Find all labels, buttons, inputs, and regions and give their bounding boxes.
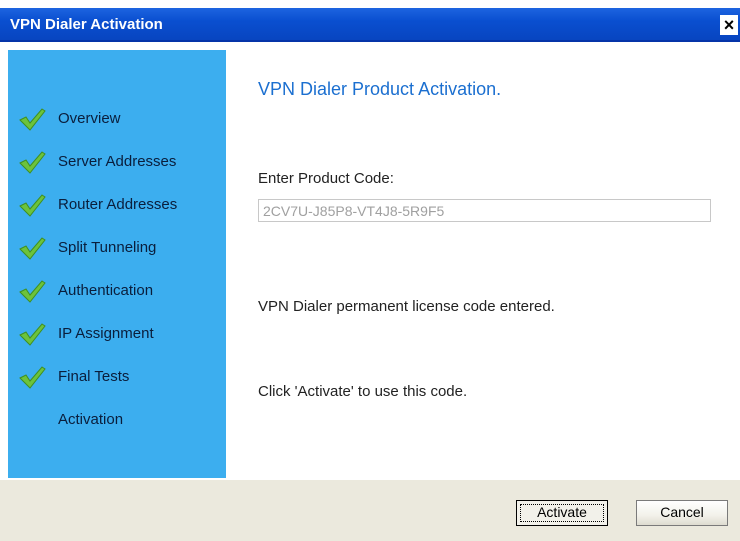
step-label: Router Addresses: [58, 196, 178, 213]
window-title: VPN Dialer Activation: [10, 16, 163, 33]
cancel-button-label: Cancel: [660, 504, 704, 520]
step-overview: Overview: [18, 106, 223, 132]
product-code-label: Enter Product Code:: [258, 170, 394, 187]
check-icon: [18, 278, 46, 304]
check-icon: [18, 149, 46, 175]
step-activation: Activation: [18, 407, 223, 433]
step-label: IP Assignment: [58, 325, 154, 342]
check-icon: [18, 106, 46, 132]
step-label: Overview: [58, 110, 121, 127]
content-panel: VPN Dialer Product Activation. Enter Pro…: [226, 50, 740, 478]
close-button[interactable]: ×: [720, 15, 738, 35]
step-label: Activation: [58, 411, 124, 428]
step-label: Final Tests: [58, 368, 130, 385]
activation-dialog: VPN Dialer Activation × Overview Server …: [0, 8, 740, 541]
step-label: Split Tunneling: [58, 239, 157, 256]
button-bar: Activate Cancel: [0, 479, 740, 541]
step-split-tunneling: Split Tunneling: [18, 235, 223, 261]
check-icon: [18, 235, 46, 261]
step-ip-assignment: IP Assignment: [18, 321, 223, 347]
step-authentication: Authentication: [18, 278, 223, 304]
cancel-button[interactable]: Cancel: [636, 500, 728, 526]
activate-button[interactable]: Activate: [516, 500, 608, 526]
page-heading: VPN Dialer Product Activation.: [258, 79, 502, 99]
check-icon: [18, 364, 46, 390]
license-status-text: VPN Dialer permanent license code entere…: [258, 298, 555, 315]
title-bar[interactable]: VPN Dialer Activation ×: [0, 8, 740, 42]
step-server-addresses: Server Addresses: [18, 149, 223, 175]
step-label: Authentication: [58, 282, 154, 299]
check-icon: [18, 192, 46, 218]
product-code-input[interactable]: [258, 199, 711, 222]
step-label: Server Addresses: [58, 153, 177, 170]
check-icon: [18, 321, 46, 347]
wizard-steps-sidebar: Overview Server Addresses Router Address…: [8, 50, 226, 478]
activate-hint-text: Click 'Activate' to use this code.: [258, 383, 468, 400]
step-final-tests: Final Tests: [18, 364, 223, 390]
step-router-addresses: Router Addresses: [18, 192, 223, 218]
activate-button-label: Activate: [537, 504, 587, 520]
